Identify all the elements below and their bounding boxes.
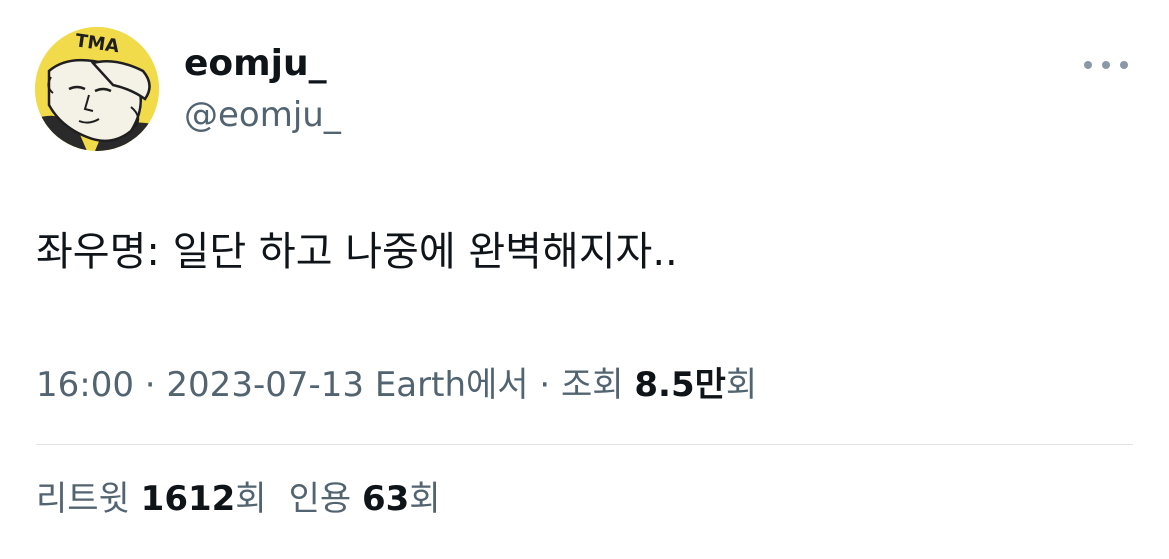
tweet-date[interactable]: 2023-07-13 [166, 365, 364, 405]
tweet-stats: 리트윗 1612회 인용 63회 [36, 475, 441, 523]
meta-separator: · [133, 365, 167, 405]
more-horizontal-icon-dot-3 [1120, 61, 1128, 69]
divider [36, 444, 1133, 445]
retweets-suffix: 회 [235, 479, 267, 519]
tweet-source: Earth에서 [364, 365, 529, 405]
more-horizontal-icon-dot-2 [1102, 61, 1110, 69]
views-suffix: 회 [725, 365, 758, 405]
more-options-button[interactable] [1080, 50, 1132, 80]
quotes-stat[interactable]: 인용 63회 [289, 475, 441, 523]
meta-separator-2: · [528, 365, 561, 405]
quotes-suffix: 회 [409, 479, 441, 519]
retweets-label: 리트윗 [36, 479, 141, 519]
user-handle[interactable]: @eomju_ [184, 94, 341, 136]
avatar-illustration: TMA [35, 27, 159, 151]
views-count: 8.5만 [634, 365, 726, 405]
avatar[interactable]: TMA [35, 27, 159, 151]
tweet-card: TMA eomju_ @eomju_ 좌우명: 일단 하고 나중에 완벽해지자.… [0, 0, 1169, 559]
tweet-text: 좌우명: 일단 하고 나중에 완벽해지자.. [36, 229, 678, 275]
tweet-time[interactable]: 16:00 [36, 365, 134, 405]
display-name[interactable]: eomju_ [184, 42, 327, 86]
more-horizontal-icon [1084, 61, 1092, 69]
retweets-count: 1612 [140, 479, 236, 519]
views-label: 조회 [561, 365, 635, 405]
quotes-label: 인용 [288, 479, 362, 519]
retweets-stat[interactable]: 리트윗 1612회 [36, 475, 267, 523]
tweet-meta: 16:00 · 2023-07-13 Earth에서 · 조회 8.5만회 [36, 362, 757, 408]
quotes-count: 63 [361, 479, 410, 519]
